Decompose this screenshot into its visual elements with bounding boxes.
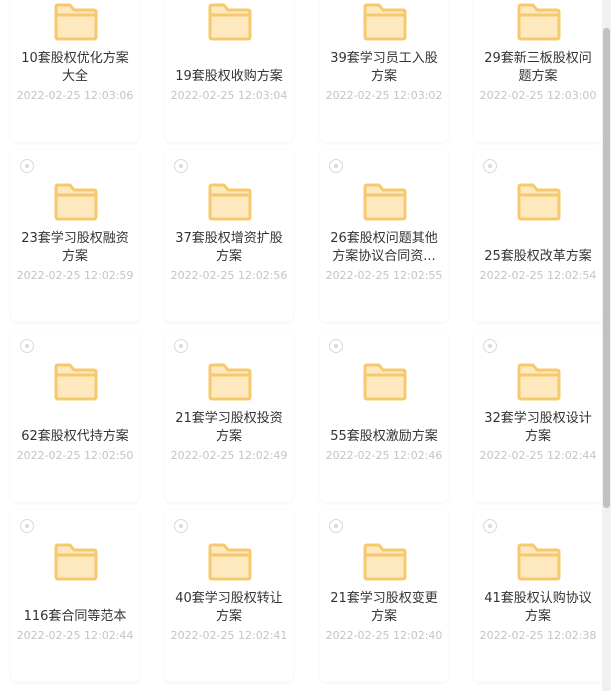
folder-name: 32套学习股权设计方案 (478, 404, 598, 446)
folder-name: 39套学习员工入股方案 (324, 44, 444, 86)
folder-name: 41套股权认购协议方案 (478, 584, 598, 626)
folder-name: 62套股权代持方案 (15, 404, 135, 446)
folder-card[interactable]: 25套股权改革方案 2022-02-25 12:02:54 (474, 150, 602, 322)
folder-date: 2022-02-25 12:02:54 (479, 269, 597, 282)
folder-name-text: 25套股权改革方案 (484, 249, 592, 264)
folder-icon (516, 542, 562, 582)
folder-name: 26套股权问题其他方案协议合同资... (324, 224, 444, 266)
folder-name: 29套新三板股权问题方案 (478, 44, 598, 86)
folder-date: 2022-02-25 12:02:46 (325, 449, 443, 462)
folder-date: 2022-02-25 12:02:41 (170, 629, 288, 642)
folder-name: 116套合同等范本 (15, 584, 135, 626)
select-radio[interactable] (329, 339, 343, 353)
folder-card[interactable]: 32套学习股权设计方案 2022-02-25 12:02:44 (474, 330, 602, 502)
folder-name-text: 62套股权代持方案 (21, 429, 129, 444)
folder-date: 2022-02-25 12:02:38 (479, 629, 597, 642)
folder-card[interactable]: 29套新三板股权问题方案 2022-02-25 12:03:00 (474, 0, 602, 142)
folder-date: 2022-02-25 12:03:06 (16, 89, 134, 102)
folder-name: 40套学习股权转让方案 (169, 584, 289, 626)
folder-card[interactable]: 55套股权激励方案 2022-02-25 12:02:46 (320, 330, 448, 502)
select-radio[interactable] (174, 519, 188, 533)
folder-card[interactable]: 116套合同等范本 2022-02-25 12:02:44 (11, 510, 139, 682)
folder-name-text: 21套学习股权投资方案 (175, 411, 283, 444)
folder-name: 25套股权改革方案 (478, 224, 598, 266)
folder-date: 2022-02-25 12:02:49 (170, 449, 288, 462)
folder-name: 23套学习股权融资方案 (15, 224, 135, 266)
folder-card[interactable]: 21套学习股权投资方案 2022-02-25 12:02:49 (165, 330, 293, 502)
folder-icon (53, 542, 99, 582)
folder-name: 55套股权激励方案 (324, 404, 444, 446)
folder-card[interactable]: 37套股权增资扩股方案 2022-02-25 12:02:56 (165, 150, 293, 322)
folder-icon (516, 362, 562, 402)
folder-date: 2022-02-25 12:02:56 (170, 269, 288, 282)
select-radio[interactable] (20, 519, 34, 533)
folder-icon (53, 182, 99, 222)
folder-name: 10套股权优化方案大全 (15, 44, 135, 86)
select-radio[interactable] (174, 339, 188, 353)
folder-date: 2022-02-25 12:02:50 (16, 449, 134, 462)
select-radio[interactable] (174, 159, 188, 173)
folder-card[interactable]: 10套股权优化方案大全 2022-02-25 12:03:06 (11, 0, 139, 142)
folder-date: 2022-02-25 12:02:40 (325, 629, 443, 642)
folder-date: 2022-02-25 12:03:02 (325, 89, 443, 102)
folder-card[interactable]: 21套学习股权变更方案 2022-02-25 12:02:40 (320, 510, 448, 682)
folder-name: 37套股权增资扩股方案 (169, 224, 289, 266)
folder-icon (362, 362, 408, 402)
folder-icon (207, 362, 253, 402)
folder-date: 2022-02-25 12:02:44 (479, 449, 597, 462)
folder-card[interactable]: 26套股权问题其他方案协议合同资... 2022-02-25 12:02:55 (320, 150, 448, 322)
scrollbar-thumb[interactable] (603, 28, 610, 508)
folder-name-text: 39套学习员工入股方案 (330, 51, 438, 84)
folder-icon (207, 2, 253, 42)
folder-date: 2022-02-25 12:03:04 (170, 89, 288, 102)
select-radio[interactable] (483, 339, 497, 353)
folder-date: 2022-02-25 12:03:00 (479, 89, 597, 102)
folder-name-text: 37套股权增资扩股方案 (175, 231, 283, 264)
folder-icon (362, 182, 408, 222)
select-radio[interactable] (483, 159, 497, 173)
folder-card[interactable]: 40套学习股权转让方案 2022-02-25 12:02:41 (165, 510, 293, 682)
folder-name-text: 10套股权优化方案大全 (21, 51, 129, 84)
folder-name-text: 23套学习股权融资方案 (21, 231, 129, 264)
folder-name: 21套学习股权变更方案 (324, 584, 444, 626)
folder-name-text: 55套股权激励方案 (330, 429, 438, 444)
folder-card[interactable]: 62套股权代持方案 2022-02-25 12:02:50 (11, 330, 139, 502)
folder-date: 2022-02-25 12:02:59 (16, 269, 134, 282)
folder-name-text: 19套股权收购方案 (175, 69, 283, 84)
folder-icon (207, 182, 253, 222)
folder-date: 2022-02-25 12:02:44 (16, 629, 134, 642)
folder-name-text: 21套学习股权变更方案 (330, 591, 438, 624)
folder-icon (362, 542, 408, 582)
folder-name: 21套学习股权投资方案 (169, 404, 289, 446)
scrollbar[interactable] (602, 0, 611, 691)
folder-card[interactable]: 41套股权认购协议方案 2022-02-25 12:02:38 (474, 510, 602, 682)
folder-name-text: 32套学习股权设计方案 (484, 411, 592, 444)
folder-icon (53, 2, 99, 42)
folder-name-text: 26套股权问题其他方案协议合同资... (330, 231, 438, 264)
folder-card[interactable]: 39套学习员工入股方案 2022-02-25 12:03:02 (320, 0, 448, 142)
folder-grid: 10套股权优化方案大全 2022-02-25 12:03:06 19套股权收购方案 2… (0, 0, 602, 691)
folder-card[interactable]: 23套学习股权融资方案 2022-02-25 12:02:59 (11, 150, 139, 322)
folder-name-text: 41套股权认购协议方案 (484, 591, 592, 624)
folder-icon (516, 182, 562, 222)
folder-icon (362, 2, 408, 42)
select-radio[interactable] (329, 159, 343, 173)
folder-icon (516, 2, 562, 42)
select-radio[interactable] (329, 519, 343, 533)
select-radio[interactable] (483, 519, 497, 533)
folder-icon (53, 362, 99, 402)
folder-icon (207, 542, 253, 582)
folder-name: 19套股权收购方案 (169, 44, 289, 86)
folder-date: 2022-02-25 12:02:55 (325, 269, 443, 282)
select-radio[interactable] (20, 159, 34, 173)
folder-name-text: 116套合同等范本 (23, 609, 127, 624)
select-radio[interactable] (20, 339, 34, 353)
folder-name-text: 40套学习股权转让方案 (175, 591, 283, 624)
folder-name-text: 29套新三板股权问题方案 (484, 51, 592, 84)
folder-card[interactable]: 19套股权收购方案 2022-02-25 12:03:04 (165, 0, 293, 142)
